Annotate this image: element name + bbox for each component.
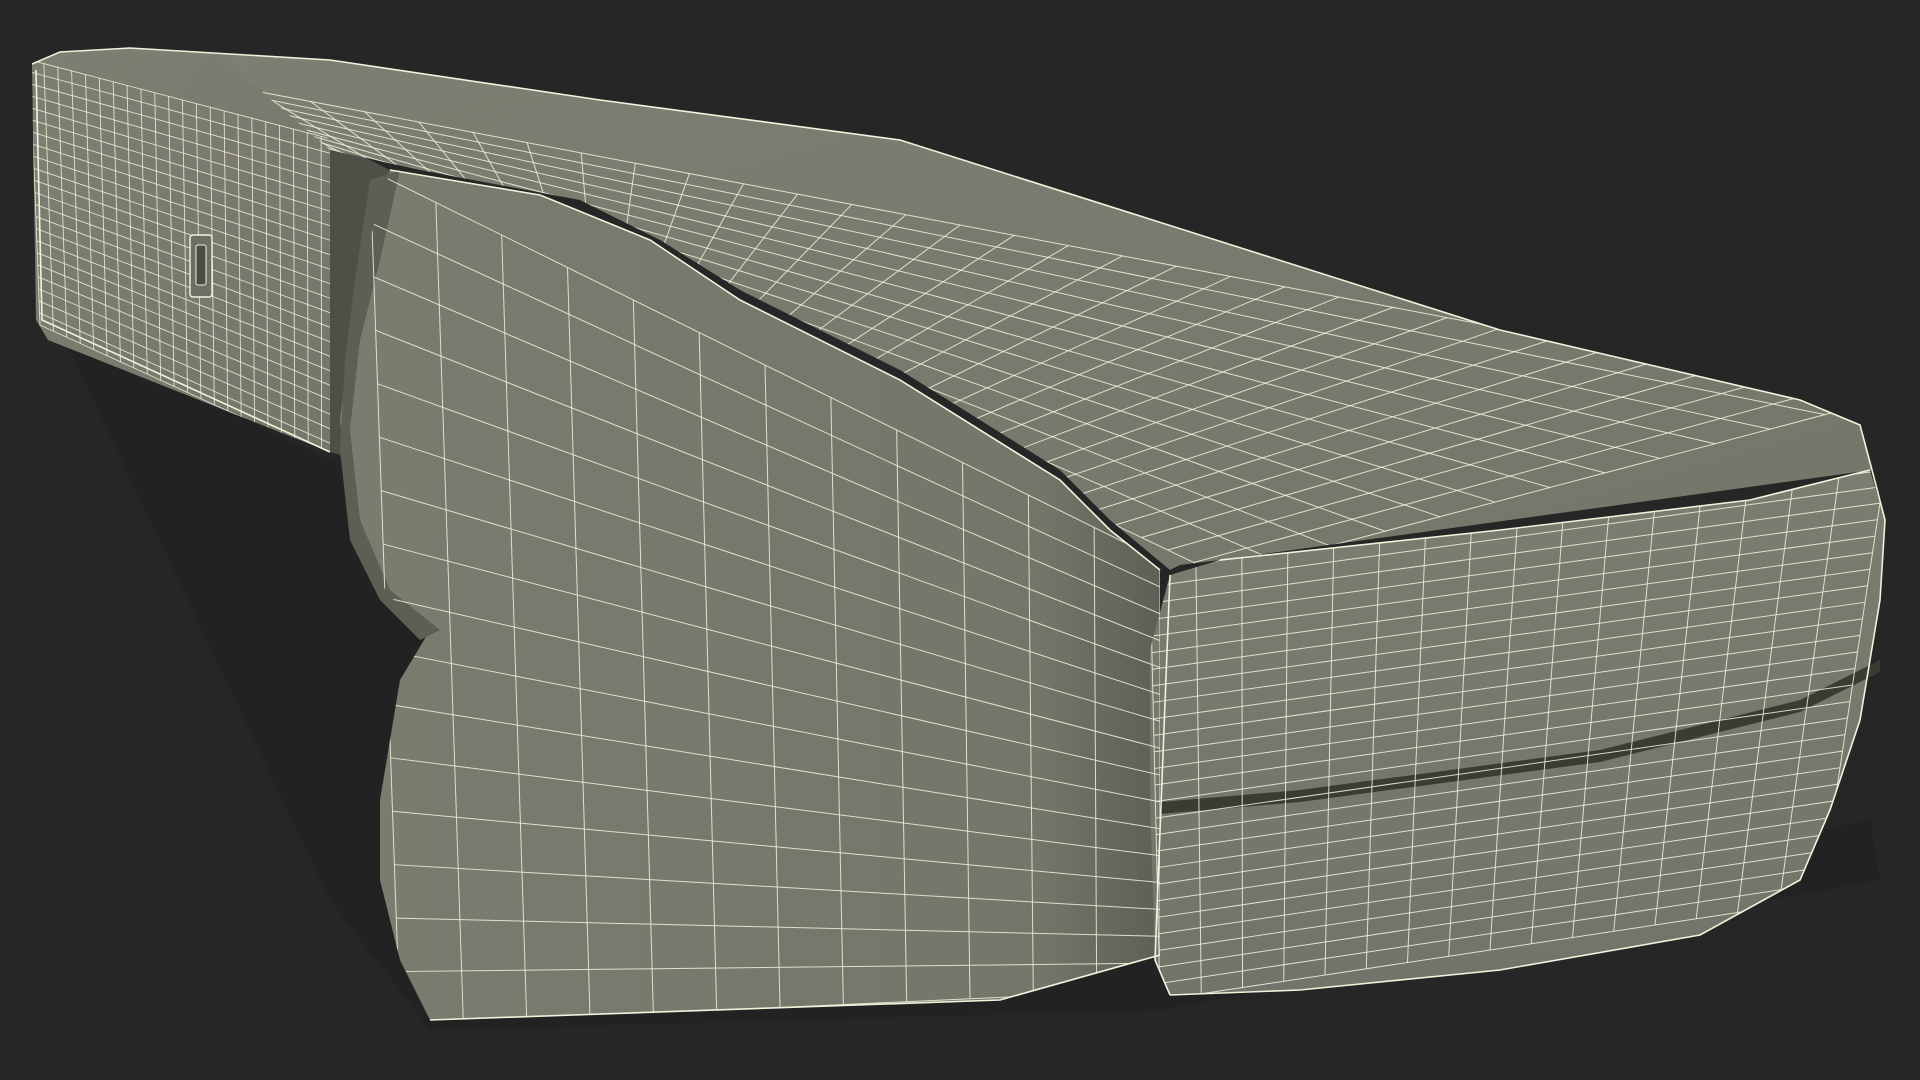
port-detail [189,234,213,298]
render-viewport [0,0,1920,1080]
wireframe-render [31,47,1886,1030]
